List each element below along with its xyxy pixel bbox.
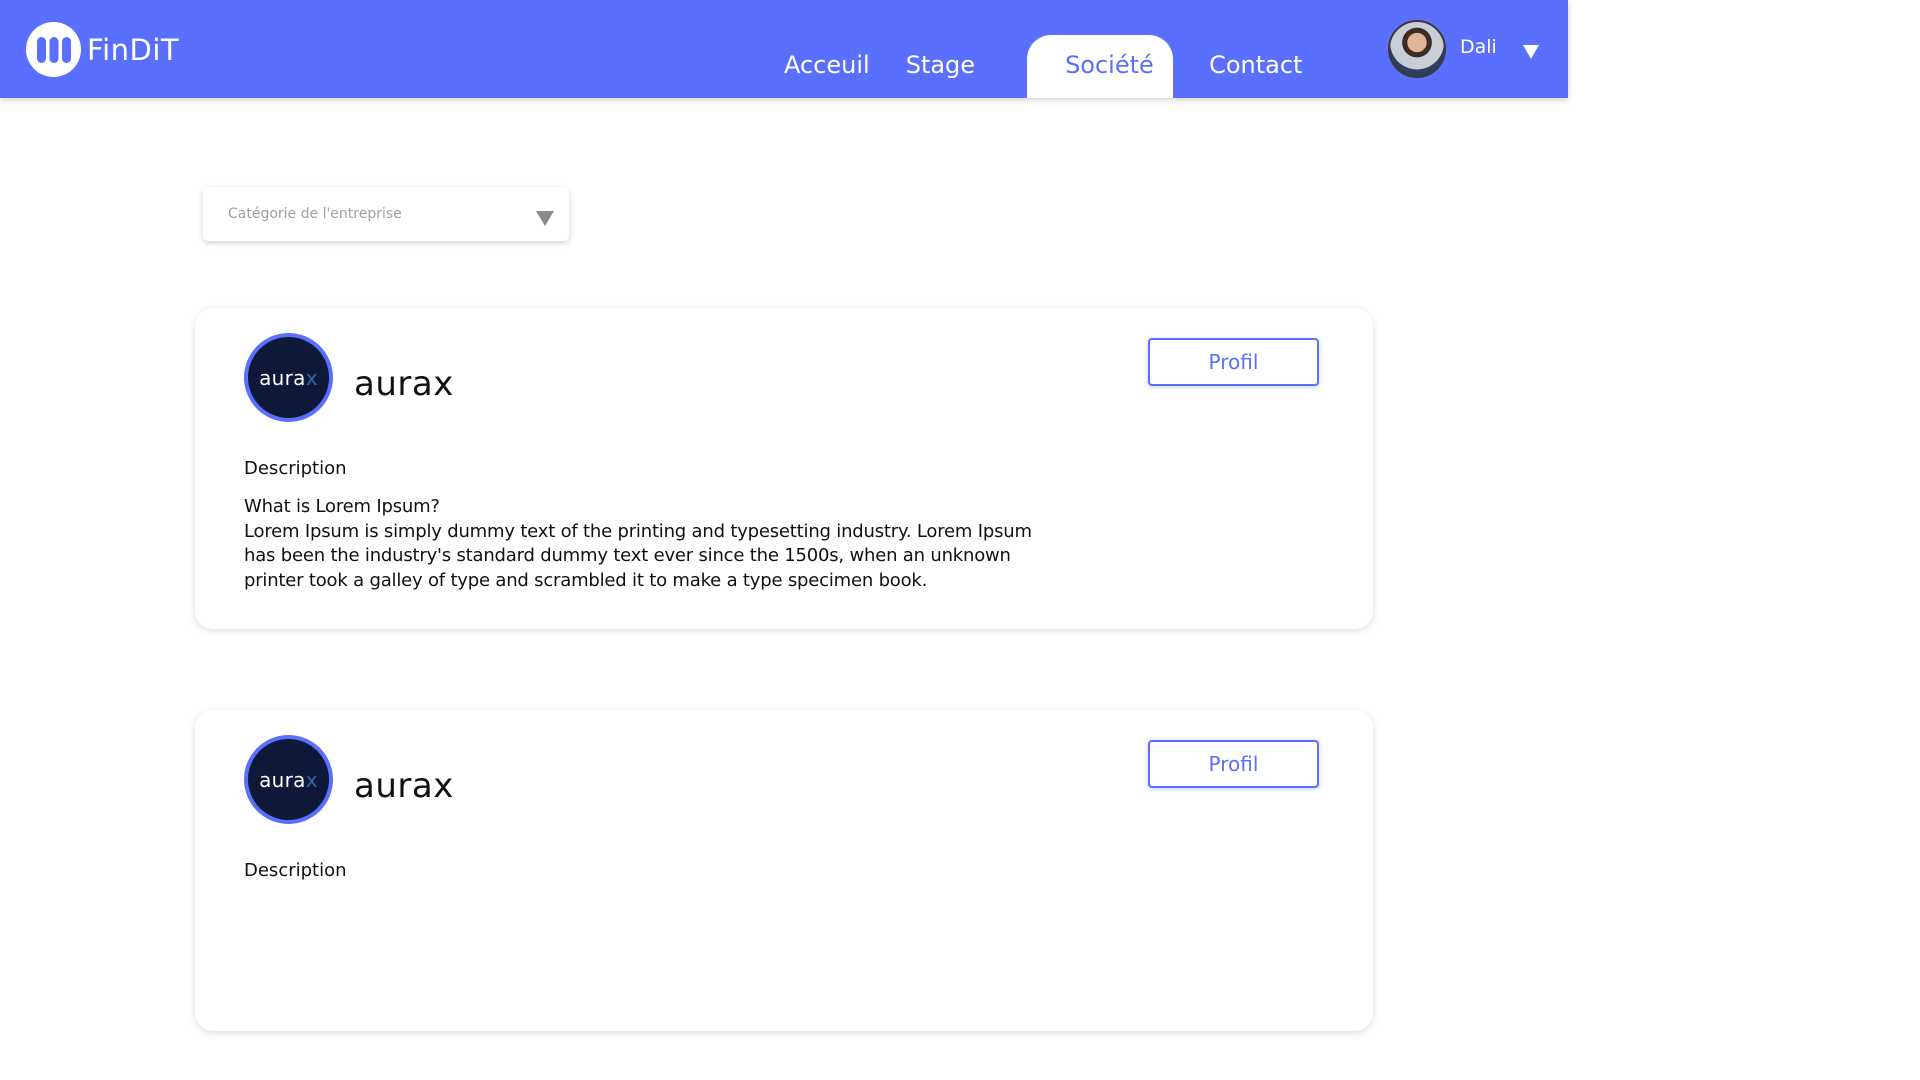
nav-item-acceuil[interactable]: Acceuil [766, 35, 888, 98]
findit-logo-icon [26, 22, 81, 77]
nav-item-contact[interactable]: Contact [1191, 35, 1320, 98]
company-card: aura x aurax Profil Description [195, 710, 1373, 1031]
company-name: aurax [354, 364, 454, 404]
company-logo-mark: aura x [248, 739, 329, 820]
caret-down-icon[interactable] [536, 211, 554, 226]
brand-name: FinDiT [87, 32, 180, 67]
profile-button[interactable]: Profil [1148, 338, 1319, 386]
nav-item-societe[interactable]: Société [1027, 35, 1174, 98]
description-label: Description [244, 458, 347, 479]
brand-logo[interactable]: FinDiT [26, 22, 179, 77]
caret-down-icon[interactable] [1522, 45, 1539, 59]
description-text: What is Lorem Ipsum? Lorem Ipsum is simp… [244, 495, 1054, 593]
user-menu[interactable]: Dali [1388, 20, 1539, 78]
description-title: What is Lorem Ipsum? [244, 496, 440, 517]
main-nav: Acceuil Stage Société Contact [766, 35, 1320, 98]
profile-button[interactable]: Profil [1148, 740, 1319, 788]
company-logo-text: aura [259, 767, 306, 792]
description-label: Description [244, 860, 347, 881]
user-name: Dali [1460, 36, 1497, 58]
company-card: aura x aurax Profil Description What is L… [195, 308, 1373, 629]
company-category-select[interactable]: Catégorie de l'entreprise [203, 187, 569, 241]
company-logo: aura x [244, 735, 333, 824]
company-logo-mark: aura x [248, 337, 329, 418]
company-name: aurax [354, 766, 454, 806]
company-logo-accent: x [305, 365, 318, 390]
company-logo: aura x [244, 333, 333, 422]
top-navbar: FinDiT Acceuil Stage Société Contact Dal… [0, 0, 1568, 98]
avatar[interactable] [1388, 20, 1446, 78]
company-logo-accent: x [305, 767, 318, 792]
description-body: Lorem Ipsum is simply dummy text of the … [244, 520, 1032, 591]
select-placeholder: Catégorie de l'entreprise [228, 206, 402, 222]
company-logo-text: aura [259, 365, 306, 390]
nav-item-stage[interactable]: Stage [888, 35, 993, 98]
